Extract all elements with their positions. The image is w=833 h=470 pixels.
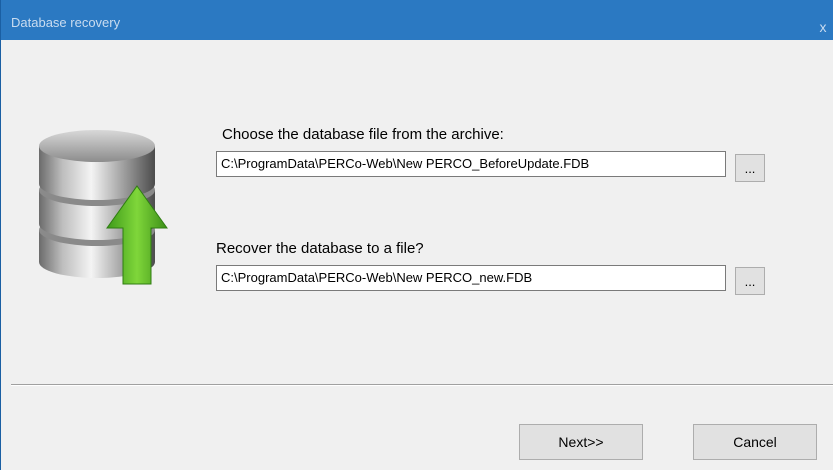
cancel-button[interactable]: Cancel [693,424,817,460]
footer-divider [11,384,833,386]
next-button[interactable]: Next>> [519,424,643,460]
database-recovery-window: Database recovery x Choose the database … [0,0,833,470]
source-file-field[interactable]: C:\ProgramData\PERCo-Web\New PERCO_Befor… [216,151,726,177]
close-button[interactable]: x [812,0,833,40]
target-file-field[interactable]: C:\ProgramData\PERCo-Web\New PERCO_new.F… [216,265,726,291]
source-browse-button[interactable]: ... [735,154,765,182]
target-label: Recover the database to a file? [216,240,424,257]
window-title: Database recovery [11,15,121,30]
database-restore-icon [39,130,168,285]
title-bar: Database recovery x [1,0,833,40]
source-label: Choose the database file from the archiv… [222,126,504,143]
target-browse-button[interactable]: ... [735,267,765,295]
